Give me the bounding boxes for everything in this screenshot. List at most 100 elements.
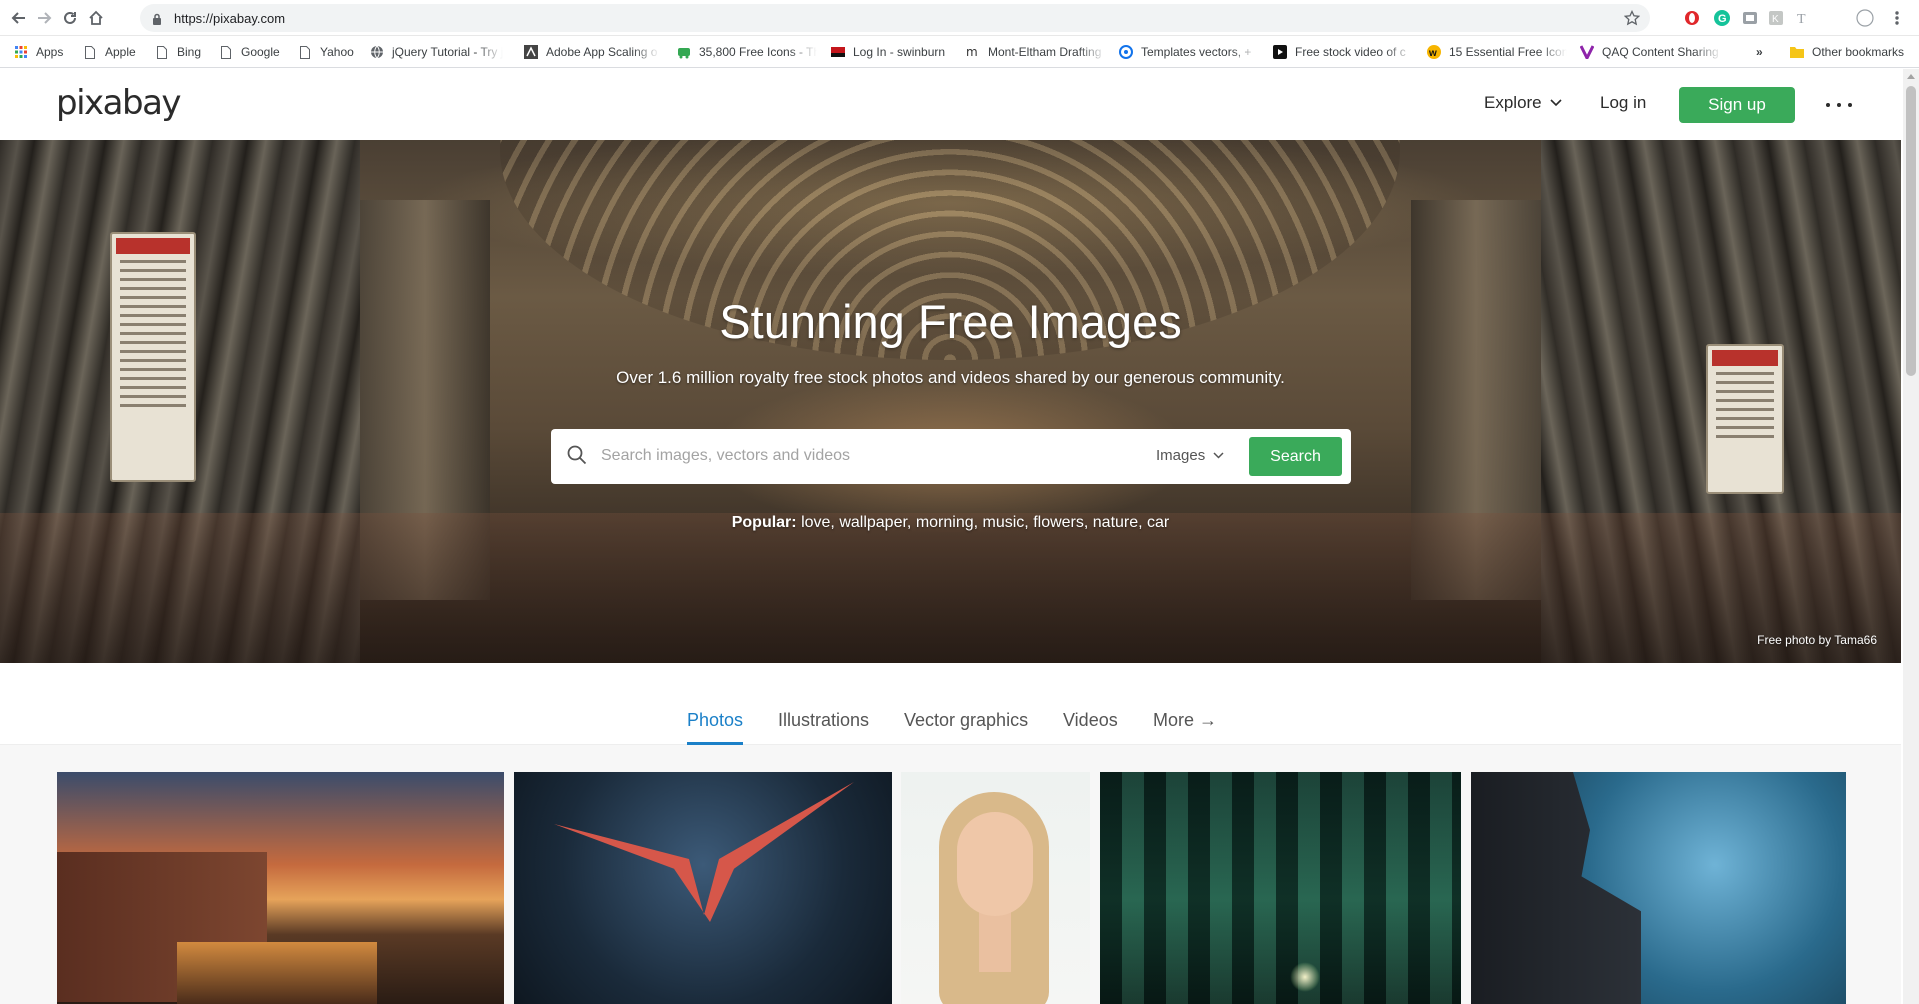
bookmark-label: 15 Essential Free Icon (1449, 45, 1567, 59)
metro-sign-graphic (1706, 344, 1784, 494)
back-arrow-icon (11, 12, 25, 24)
popular-term-morning[interactable]: morning (916, 514, 974, 531)
gallery-image[interactable] (1100, 772, 1461, 1004)
explore-menu[interactable]: Explore (1484, 93, 1562, 113)
profile-avatar-icon[interactable] (1856, 9, 1874, 27)
search-input[interactable] (601, 443, 1161, 469)
popular-term-nature[interactable]: nature (1093, 514, 1138, 531)
bookmark-label: Google (241, 45, 280, 59)
tab-more[interactable]: More → (1153, 710, 1217, 731)
popular-term-flowers[interactable]: flowers (1033, 514, 1084, 531)
play-icon (1273, 45, 1287, 59)
more-options-icon[interactable] (1826, 95, 1852, 115)
address-bar[interactable]: https://pixabay.com (140, 4, 1650, 32)
metro-sign-graphic (110, 232, 196, 482)
popular-term-music[interactable]: music (983, 514, 1025, 531)
gallery-image[interactable] (901, 772, 1090, 1004)
opera-extension-icon[interactable] (1683, 9, 1701, 27)
other-bookmarks[interactable]: Other bookmarks (1790, 44, 1910, 60)
scroll-up-arrow-icon[interactable] (1907, 74, 1915, 79)
gallery-image[interactable] (514, 772, 892, 1004)
bookmark-apps[interactable]: Apps (14, 44, 72, 60)
chevron-down-icon (1213, 452, 1224, 459)
login-link[interactable]: Log in (1600, 93, 1646, 113)
browser-toolbar: https://pixabay.com G K T (0, 0, 1919, 36)
scrollbar-thumb[interactable] (1906, 86, 1916, 376)
bookmark-label: Log In - swinburn (853, 45, 946, 59)
popular-term-car[interactable]: car (1147, 514, 1169, 531)
bookmark-label: Apple (105, 45, 136, 59)
bookmark-google[interactable]: Google (219, 44, 289, 60)
page-icon (298, 45, 312, 59)
bookmark-apple[interactable]: Apple (83, 44, 143, 60)
v-logo-icon (1580, 45, 1594, 59)
search-bar: Images Search (551, 429, 1351, 484)
tab-vector-graphics[interactable]: Vector graphics (904, 710, 1028, 731)
hero-subtitle: Over 1.6 million royalty free stock phot… (616, 368, 1285, 387)
bookmark-free-stock-video[interactable]: Free stock video of c (1273, 44, 1413, 60)
bookmark-yahoo[interactable]: Yahoo (298, 44, 358, 60)
signup-button[interactable]: Sign up (1679, 87, 1795, 123)
reload-button[interactable] (59, 7, 81, 29)
browser-menu-icon[interactable] (1888, 9, 1906, 27)
popular-term-love[interactable]: love (801, 514, 830, 531)
other-bookmarks-label: Other bookmarks (1812, 45, 1905, 59)
photo-credit[interactable]: Free photo by Tama66 (1757, 633, 1877, 647)
popular-term-wallpaper[interactable]: wallpaper (839, 514, 907, 531)
svg-text:w: w (1428, 48, 1437, 59)
bookmark-bing[interactable]: Bing (155, 44, 210, 60)
bookmark-label: Templates vectors, + (1141, 45, 1252, 59)
back-button[interactable] (8, 7, 30, 29)
hero-title: Stunning Free Images (719, 295, 1182, 348)
freepik-icon (1119, 45, 1133, 59)
bookmark-label: jQuery Tutorial - Try j (392, 45, 503, 59)
bookmark-label: Adobe App Scaling o (546, 45, 658, 59)
bookmark-mont-eltham[interactable]: m Mont-Eltham Drafting (966, 44, 1106, 60)
grammarly-extension-icon[interactable]: G (1713, 9, 1731, 27)
hero-background-floor (0, 513, 1901, 663)
bookmark-label: Free stock video of c (1295, 45, 1406, 59)
page-scrollbar[interactable] (1903, 69, 1919, 1004)
search-button[interactable]: Search (1249, 437, 1342, 476)
forward-button[interactable] (33, 7, 55, 29)
page-icon (155, 45, 169, 59)
gallery-image[interactable] (57, 772, 504, 1004)
gallery-image[interactable] (1471, 772, 1846, 1004)
tab-videos[interactable]: Videos (1063, 710, 1118, 731)
extension-box-icon[interactable] (1741, 9, 1759, 27)
bookmark-jquery[interactable]: jQuery Tutorial - Try j (370, 44, 503, 60)
bookmark-templates[interactable]: Templates vectors, + (1119, 44, 1259, 60)
tab-photos[interactable]: Photos (687, 710, 743, 731)
bookmark-free-icons[interactable]: 35,800 Free Icons - Th (677, 44, 817, 60)
bookmark-star-icon[interactable] (1623, 9, 1641, 31)
icons-site-icon (677, 45, 691, 59)
bookmark-label: Apps (36, 45, 64, 59)
pixabay-logo[interactable]: pixabay (56, 83, 182, 123)
bookmarks-overflow-button[interactable]: » (1756, 44, 1770, 60)
home-button[interactable] (85, 7, 107, 29)
bookmarks-bar: Apps Apple Bing Google Yahoo jQuery Tuto… (0, 36, 1919, 68)
bookmark-swinburne[interactable]: Log In - swinburn (831, 44, 955, 60)
extension-k-icon[interactable]: K (1767, 9, 1785, 27)
bookmark-label: Yahoo (320, 45, 354, 59)
adobe-icon (524, 45, 538, 59)
bookmark-qaq[interactable]: QAQ Content Sharing (1580, 44, 1722, 60)
bookmark-label: QAQ Content Sharing (1602, 45, 1719, 59)
tab-illustrations[interactable]: Illustrations (778, 710, 869, 731)
bookmark-adobe[interactable]: Adobe App Scaling o (524, 44, 660, 60)
svg-text:T: T (1797, 12, 1806, 26)
apps-grid-icon (14, 45, 28, 59)
hero-banner: Stunning Free Images Over 1.6 million ro… (0, 140, 1901, 663)
extension-t-icon[interactable]: T (1793, 9, 1811, 27)
folder-icon (1790, 45, 1804, 59)
bookmark-label: 35,800 Free Icons - Th (699, 45, 817, 59)
bookmark-label: Bing (177, 45, 202, 59)
bookmark-essential-icons[interactable]: w 15 Essential Free Icon (1427, 44, 1567, 60)
search-icon (567, 445, 587, 470)
search-type-dropdown[interactable]: Images (1156, 447, 1224, 464)
m-letter-icon: m (966, 45, 980, 59)
swinburne-icon (831, 45, 845, 59)
svg-text:G: G (1718, 13, 1727, 25)
globe-icon (370, 45, 384, 59)
reload-icon (64, 11, 76, 24)
